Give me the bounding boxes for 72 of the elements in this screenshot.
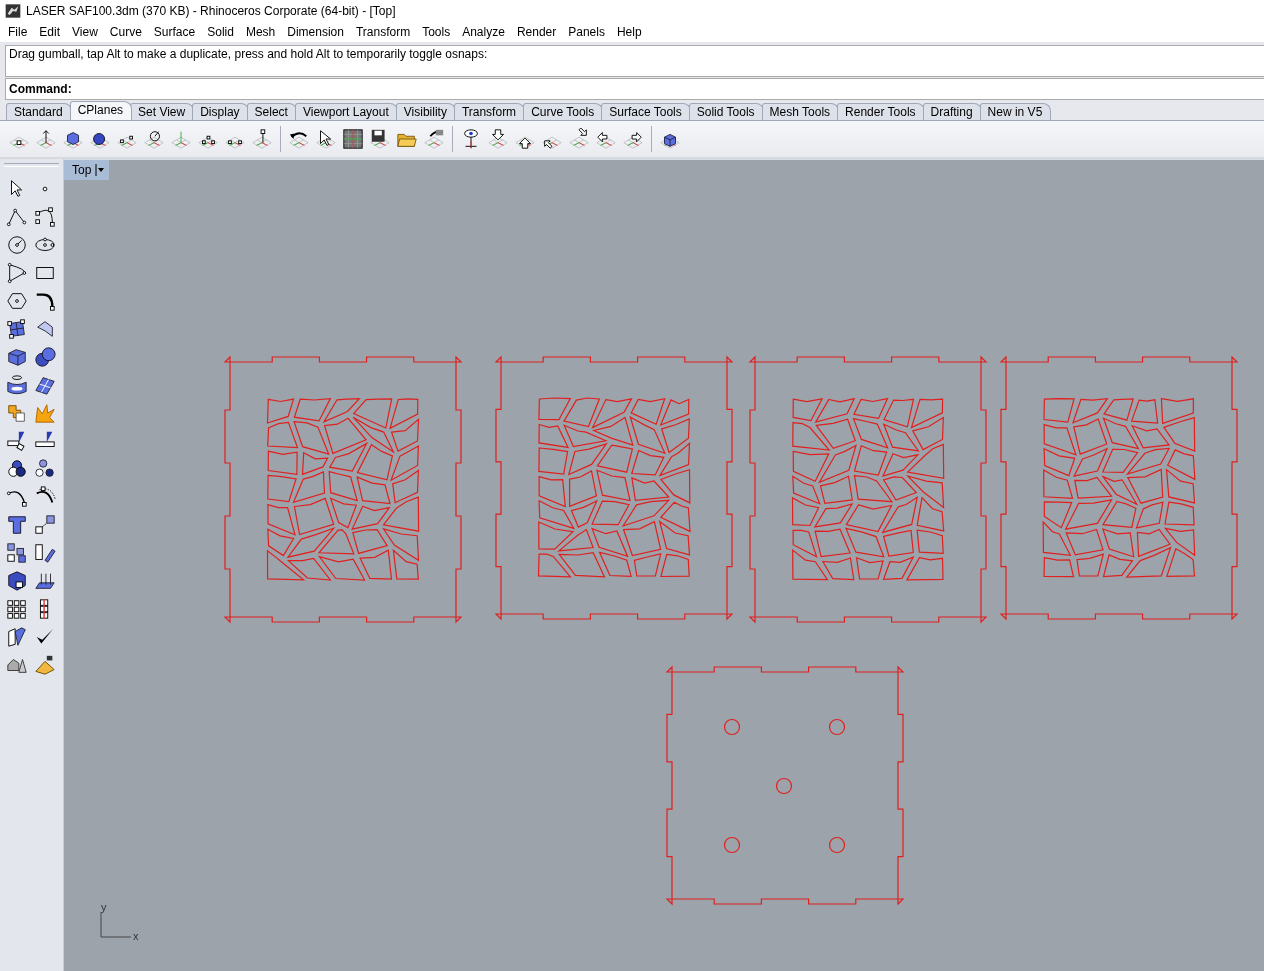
toolbar-tab[interactable]: Render Tools <box>837 103 925 120</box>
toolbar-tab[interactable]: Curve Tools <box>523 103 604 120</box>
viewport-tab[interactable]: Top <box>64 160 110 180</box>
toolbar-tab[interactable]: CPlanes <box>69 101 133 120</box>
cplane-right-icon[interactable] <box>622 128 644 150</box>
cplane-restore-icon[interactable] <box>423 128 445 150</box>
caret-icon[interactable] <box>95 163 106 177</box>
cplane-elevation-icon[interactable] <box>35 128 57 150</box>
menu-item[interactable]: File <box>2 25 34 39</box>
pyramid-icon[interactable] <box>34 654 56 676</box>
polygon-icon[interactable] <box>6 290 28 312</box>
circle-icon[interactable] <box>6 234 28 256</box>
burst-icon[interactable] <box>34 402 56 424</box>
cplane-down-icon[interactable] <box>487 128 509 150</box>
dots-icon[interactable] <box>34 458 56 480</box>
menu-item[interactable]: Panels <box>562 25 611 39</box>
grid-icon[interactable] <box>342 128 364 150</box>
toolbar-tab[interactable]: Visibility <box>395 103 456 120</box>
align-icon[interactable] <box>34 542 56 564</box>
axis-icon <box>100 911 132 938</box>
axis-label: y <box>101 901 107 913</box>
menu-item[interactable]: Render <box>510 25 563 39</box>
scale-icon[interactable] <box>34 514 56 536</box>
polyline-icon[interactable] <box>6 206 28 228</box>
panels-icon[interactable] <box>6 626 28 648</box>
folded-surface-icon[interactable] <box>34 318 56 340</box>
spheres-icon[interactable] <box>34 346 56 368</box>
menu-item[interactable]: Dimension <box>281 25 350 39</box>
cube-icon[interactable] <box>6 346 28 368</box>
cplane-vertical-icon[interactable] <box>251 128 273 150</box>
cplane-forward-icon[interactable] <box>568 128 590 150</box>
toolbar-tab[interactable]: New in V5 <box>979 103 1052 120</box>
window-title: LASER SAF100.3dm (370 KB) - Rhinoceros Corporate (64-bit) - [Top] <box>26 4 396 18</box>
toolbar-tab[interactable]: Standard <box>6 103 72 120</box>
toolbar-tab[interactable]: Transform <box>453 103 526 120</box>
squares-icon[interactable] <box>6 542 28 564</box>
save-icon[interactable] <box>369 128 391 150</box>
toolbar-tab[interactable]: Viewport Layout <box>294 103 398 120</box>
menu-item[interactable]: Solid <box>201 25 240 39</box>
fillet-curve-icon[interactable] <box>34 290 56 312</box>
menu-item[interactable]: Transform <box>349 25 417 39</box>
toolbar-tab[interactable]: Display <box>192 103 249 120</box>
command-history: Drag gumball, tap Alt to make a duplicate, press and hold Alt to temporarily toggle osnaps: <box>5 45 1264 77</box>
dimension-icon[interactable] <box>6 430 28 452</box>
menu-item[interactable]: Help <box>610 25 648 39</box>
puzzle-icon[interactable] <box>6 402 28 424</box>
menu-item[interactable]: Tools <box>416 25 457 39</box>
toolbar-tab[interactable]: Mesh Tools <box>761 103 840 120</box>
toolbar-tab[interactable]: Set View <box>130 103 195 120</box>
toolbar-tab[interactable]: Drafting <box>922 103 982 120</box>
app-logo-icon <box>5 3 21 19</box>
cylinder-icon[interactable] <box>6 374 28 396</box>
toolbar-tab[interactable]: Solid Tools <box>688 103 764 120</box>
toolbar-tab[interactable]: Select <box>246 103 297 120</box>
control-point-curve-icon[interactable] <box>34 206 56 228</box>
menu-item[interactable]: Analyze <box>456 25 511 39</box>
surface-patch-icon[interactable] <box>6 318 28 340</box>
axis-label: x <box>133 930 139 942</box>
arc-icon[interactable] <box>6 262 28 284</box>
menu-item[interactable]: Surface <box>147 25 202 39</box>
menu-item[interactable]: Edit <box>33 25 67 39</box>
grid-array-icon[interactable] <box>6 598 28 620</box>
menu-item[interactable]: View <box>66 25 104 39</box>
circles-icon[interactable] <box>6 458 28 480</box>
menu-item[interactable]: Mesh <box>239 25 282 39</box>
mesh-panel-icon[interactable] <box>34 374 56 396</box>
cursor-icon[interactable] <box>315 128 337 150</box>
toolbar-tab[interactable]: Surface Tools <box>601 103 691 120</box>
cplane-rotate-icon[interactable] <box>143 128 165 150</box>
menu-item[interactable]: Curve <box>103 25 148 39</box>
box-icon[interactable] <box>6 570 28 592</box>
text-tool-icon[interactable] <box>6 514 28 536</box>
